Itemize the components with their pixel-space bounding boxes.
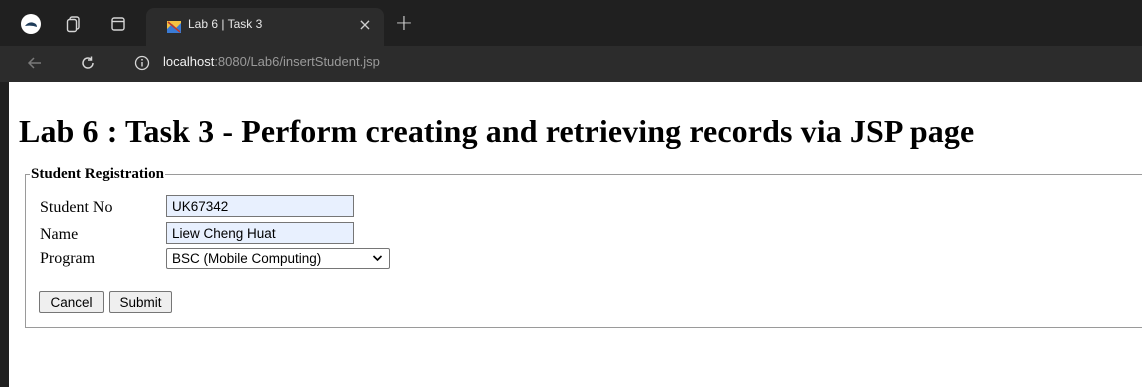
reload-icon[interactable] bbox=[79, 54, 97, 72]
info-icon[interactable] bbox=[133, 54, 151, 72]
registration-fieldset: Student Registration bbox=[25, 166, 1142, 328]
back-icon[interactable] bbox=[26, 54, 44, 72]
url-path: :8080/Lab6/insertStudent.jsp bbox=[214, 54, 380, 69]
address-bar[interactable]: localhost:8080/Lab6/insertStudent.jsp bbox=[163, 54, 380, 69]
tab-actions-icon[interactable] bbox=[108, 14, 128, 34]
favicon-icon bbox=[166, 19, 182, 35]
program-select[interactable]: BSC (Mobile Computing) bbox=[166, 248, 390, 269]
name-label: Name bbox=[40, 226, 79, 243]
cancel-button[interactable]: Cancel bbox=[39, 291, 104, 313]
new-tab-icon[interactable]: + bbox=[394, 11, 414, 36]
url-host: localhost bbox=[163, 54, 215, 69]
name-input[interactable] bbox=[166, 222, 354, 244]
student-no-label: Student No bbox=[40, 199, 113, 216]
student-no-input[interactable] bbox=[166, 195, 354, 217]
chevron-down-icon bbox=[372, 251, 383, 268]
program-selected-value: BSC (Mobile Computing) bbox=[172, 251, 322, 266]
page-viewport: Lab 6 : Task 3 - Perform creating and re… bbox=[0, 82, 1142, 387]
tab-title: Lab 6 | Task 3 bbox=[188, 17, 263, 31]
close-icon[interactable]: × bbox=[356, 15, 374, 34]
page-title: Lab 6 : Task 3 - Perform creating and re… bbox=[19, 113, 975, 149]
browser-toolbar: localhost:8080/Lab6/insertStudent.jsp bbox=[0, 46, 1142, 82]
program-label: Program bbox=[40, 250, 96, 267]
workspaces-icon[interactable] bbox=[64, 14, 84, 34]
fieldset-legend: Student Registration bbox=[31, 166, 164, 182]
submit-button[interactable]: Submit bbox=[109, 291, 172, 313]
tab-strip: Lab 6 | Task 3 × + bbox=[0, 0, 1142, 46]
tab-active[interactable]: Lab 6 | Task 3 × bbox=[146, 8, 384, 46]
profile-icon[interactable] bbox=[20, 13, 42, 35]
